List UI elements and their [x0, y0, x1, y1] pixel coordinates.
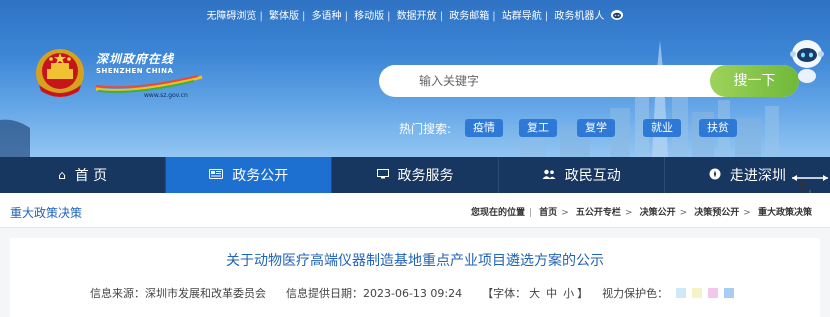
font-size-large[interactable]: 大 [529, 285, 540, 301]
breadcrumb-five-open[interactable]: 五公开专栏 [576, 208, 621, 218]
hot-tag-epidemic[interactable]: 疫情 [465, 119, 504, 137]
hot-tag-employment[interactable]: 就业 [643, 119, 682, 137]
header-banner: 无障碍浏览 | 繁体版 | 多语种 | 移动版 | 数据开放 | 政务邮箱 | 站群导航 | … [0, 0, 830, 157]
brand-url: www.sz.gov.cn [144, 92, 188, 99]
shenzhen-brand-logo[interactable]: 深圳政府在线 SHENZHEN CHINA www.sz.gov.cn [94, 50, 204, 102]
news-icon [209, 168, 224, 182]
date-value: 2023-06-13 09:24 [363, 286, 463, 300]
hot-search: 热门搜索: 疫情 复工 复学 就业 扶贫 [399, 119, 738, 137]
source-label: 信息来源： [90, 287, 145, 300]
brand-cn-name: 深圳政府在线 [96, 52, 175, 66]
mobile-version-link[interactable]: 移动版 [354, 11, 384, 22]
robot-mini-icon[interactable] [610, 9, 624, 21]
nav-interaction[interactable]: 政民互动 [499, 157, 665, 193]
top-utility-bar: 无障碍浏览 | 繁体版 | 多语种 | 移动版 | 数据开放 | 政务邮箱 | 站群导航 | … [0, 7, 830, 22]
national-emblem-icon[interactable] [33, 47, 87, 99]
nav-gov-services[interactable]: 政务服务 [332, 157, 499, 193]
home-icon: ⌂ [58, 168, 66, 182]
nav-gov-affairs-open[interactable]: 政务公开 [166, 157, 333, 193]
nav-home-label: 首 页 [74, 168, 108, 184]
nav-interaction-label: 政民互动 [564, 168, 621, 184]
gov-mailbox-link[interactable]: 政务邮箱 [449, 11, 489, 22]
article-meta: 信息来源： 深圳市发展和改革委员会 信息提供日期： 2023-06-13 09:… [90, 285, 740, 301]
vision-color-pink[interactable] [708, 288, 719, 298]
nav-gov-affairs-open-label: 政务公开 [232, 168, 289, 184]
font-size-close: 】 [577, 287, 589, 300]
article-title: 关于动物医疗高端仪器制造基地重点产业项目遴选方案的公示 [226, 253, 604, 269]
source-value: 深圳市发展和改革委员会 [145, 287, 266, 300]
search-box: 搜一下 [379, 65, 799, 97]
hot-tag-resume-work[interactable]: 复工 [519, 119, 558, 137]
hot-tag-resume-school[interactable]: 复学 [577, 119, 616, 137]
breadcrumb-decision-preopen[interactable]: 决策预公开 [694, 208, 739, 218]
search-input[interactable] [419, 65, 699, 97]
vision-color-blue[interactable] [676, 288, 687, 298]
brand-en-name: SHENZHEN CHINA [96, 67, 174, 75]
nav-gov-services-label: 政务服务 [397, 168, 454, 184]
font-size-medium[interactable]: 中 [546, 285, 557, 301]
breadcrumb-prefix: 您现在的位置 [470, 208, 525, 218]
monitor-icon [376, 168, 389, 182]
breadcrumb-decision-open[interactable]: 决策公开 [640, 208, 676, 218]
gov-robot-link[interactable]: 政务机器人 [554, 11, 604, 22]
hot-search-label: 热门搜索: [399, 121, 452, 136]
side-control-count: 0 [799, 180, 806, 193]
search-button[interactable]: 搜一下 [710, 65, 799, 97]
article-card: 关于动物医疗高端仪器制造基地重点产业项目遴选方案的公示 信息来源： 深圳市发展和… [10, 238, 820, 317]
nav-enter-shenzhen-label: 走进深圳 [729, 168, 786, 184]
open-data-link[interactable]: 数据开放 [397, 11, 437, 22]
traditional-chinese-link[interactable]: 繁体版 [269, 11, 299, 22]
multilingual-link[interactable]: 多语种 [312, 11, 342, 22]
vision-color-light-blue[interactable] [724, 288, 735, 298]
nav-home[interactable]: ⌂ 首 页 [0, 157, 167, 193]
people-icon [542, 168, 556, 182]
main-nav: ⌂ 首 页 政务公开 政务服务 政民互动 走进深圳 [0, 157, 830, 193]
brand-swoosh-icon [95, 75, 203, 93]
site-group-nav-link[interactable]: 站群导航 [502, 11, 542, 22]
vision-color-yellow[interactable] [692, 288, 703, 298]
breadcrumb-bar: 重大政策决策 您现在的位置 | 首页 > 五公开专栏 > 决策公开 > 决策预公开 > 重… [0, 193, 830, 228]
robot-assistant-icon[interactable] [787, 36, 827, 84]
date-label: 信息提供日期： [286, 287, 363, 300]
compass-icon [709, 168, 721, 183]
breadcrumb-home[interactable]: 首页 [539, 208, 557, 218]
hot-tag-poverty-relief[interactable]: 扶贫 [699, 119, 738, 137]
vision-color-label: 视力保护色： [602, 287, 669, 300]
font-size-small[interactable]: 小 [563, 285, 574, 301]
font-size-label: 【字体： [482, 287, 527, 300]
section-title: 重大政策决策 [10, 206, 83, 220]
accessibility-link[interactable]: 无障碍浏览 [206, 11, 256, 22]
breadcrumb-major-policy[interactable]: 重大政策决策 [758, 208, 812, 218]
breadcrumb: 您现在的位置 | 首页 > 五公开专栏 > 决策公开 > 决策预公开 > 重大政策决策 [470, 208, 812, 218]
